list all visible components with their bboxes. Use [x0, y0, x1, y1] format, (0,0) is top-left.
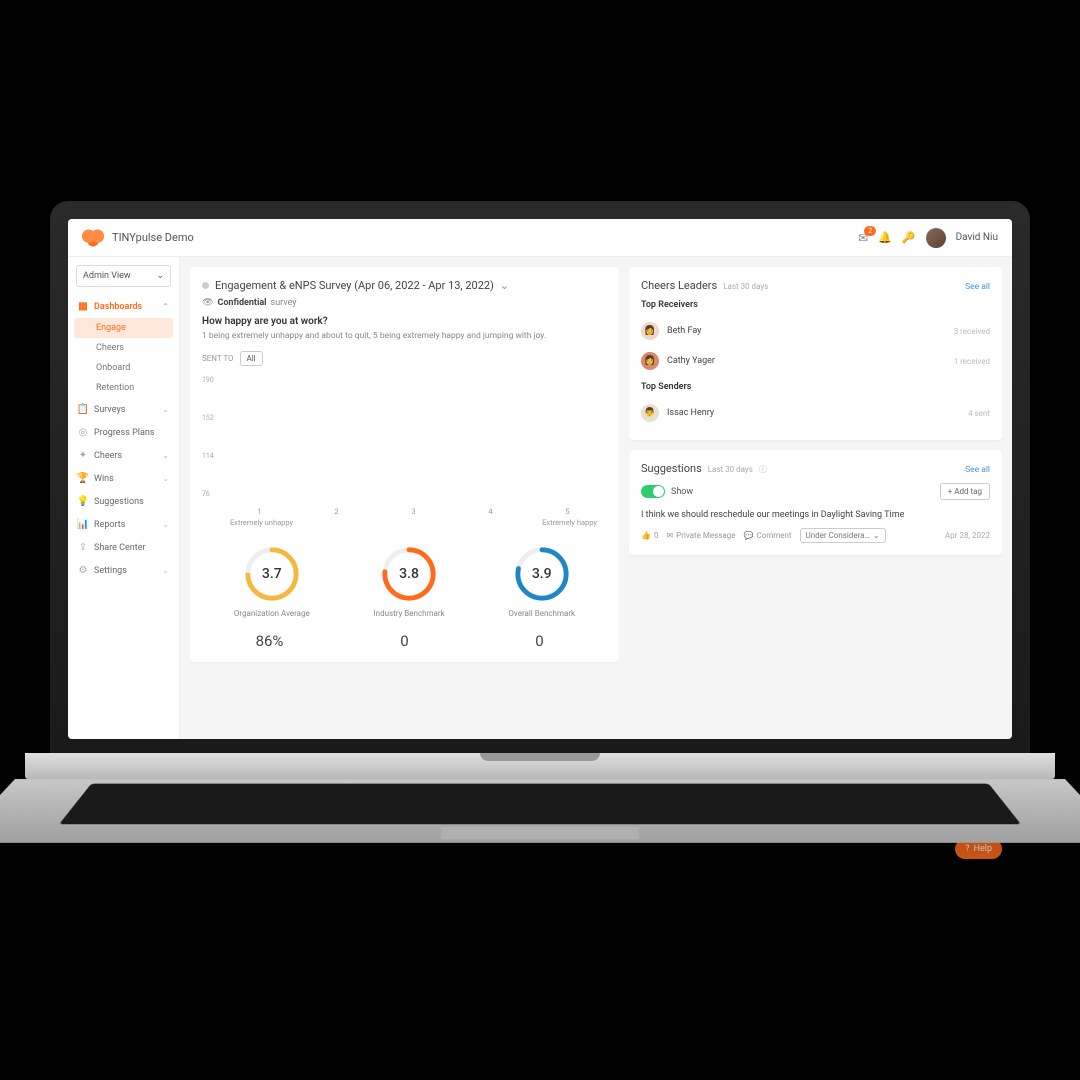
show-label: Show: [671, 487, 693, 497]
avatar-icon: 👩: [641, 322, 659, 340]
person-row[interactable]: 👩Cathy Yager1 received: [641, 346, 990, 376]
suggestions-card: Suggestions Last 30 days ⓘ See all Show …: [629, 450, 1002, 555]
nav-settings[interactable]: ⚙Settings⌄: [68, 559, 179, 582]
nav-cheers[interactable]: ✦Cheers⌄: [68, 444, 179, 467]
bulb-icon: 💡: [78, 496, 88, 507]
brand-title: TINYpulse Demo: [112, 231, 194, 244]
chevron-up-icon: ⌃: [162, 302, 169, 311]
nav-surveys[interactable]: 📋Surveys⌄: [68, 398, 179, 421]
nav-share[interactable]: ⇪Share Center: [68, 536, 179, 559]
status-select[interactable]: Under Considera…⌄: [800, 528, 886, 543]
comment-button[interactable]: 💬Comment: [743, 531, 791, 540]
sidebar-item-cheers[interactable]: Cheers: [68, 338, 179, 358]
wand-icon: ✦: [78, 450, 88, 461]
show-toggle[interactable]: [641, 485, 665, 498]
add-tag-button[interactable]: + Add tag: [940, 483, 990, 500]
survey-description: 1 being extremely unhappy and about to q…: [202, 331, 607, 343]
avatar[interactable]: [926, 228, 946, 248]
key-icon[interactable]: 🔑: [902, 231, 916, 244]
nav-reports[interactable]: 📊Reports⌄: [68, 513, 179, 536]
status-dot-icon: [202, 282, 209, 289]
confidential-label: 👁Confidentialsurvey: [202, 298, 607, 308]
cheers-period: Last 30 days: [723, 282, 768, 291]
chevron-down-icon: ⌄: [162, 520, 169, 529]
person-row[interactable]: 👩Beth Fay3 received: [641, 316, 990, 346]
survey-title: Engagement & eNPS Survey (Apr 06, 2022 -…: [215, 279, 494, 292]
chevron-down-icon: ⌄: [162, 474, 169, 483]
comment-icon: 💬: [743, 531, 753, 540]
gear-icon: ⚙: [78, 565, 88, 576]
gauge-org: 3.7 Organization Average: [234, 545, 310, 618]
private-message-button[interactable]: ✉Private Message: [666, 531, 735, 540]
top-receivers-label: Top Receivers: [641, 300, 990, 310]
chevron-down-icon: ⌄: [162, 451, 169, 460]
suggestions-period: Last 30 days: [708, 465, 753, 474]
cheers-leaders-card: Cheers Leaders Last 30 days See all Top …: [629, 267, 1002, 440]
thumb-icon: 👍: [641, 531, 651, 540]
nav-progress[interactable]: ◎Progress Plans: [68, 421, 179, 444]
info-icon[interactable]: ⓘ: [759, 464, 767, 475]
like-button[interactable]: 👍0: [641, 531, 658, 540]
avatar-icon: 👩: [641, 352, 659, 370]
suggestions-title: Suggestions: [641, 462, 702, 475]
nav-wins[interactable]: 🏆Wins⌄: [68, 467, 179, 490]
clipboard-icon: 📋: [78, 404, 88, 415]
cheers-see-all[interactable]: See all: [965, 282, 990, 292]
sidebar: Admin View⌄ ▦Dashboards⌃ Engage Cheers O…: [68, 257, 180, 739]
stat-response-rate: 86%: [202, 632, 337, 650]
chart-icon: 📊: [78, 519, 88, 530]
filter-all[interactable]: All: [240, 351, 263, 366]
chevron-down-icon: ⌄: [162, 405, 169, 414]
person-row[interactable]: 👨Issac Henry4 sent: [641, 398, 990, 428]
chevron-down-icon: ⌄: [162, 566, 169, 575]
target-icon: ◎: [78, 427, 88, 438]
survey-card: Engagement & eNPS Survey (Apr 06, 2022 -…: [190, 267, 619, 662]
topbar: TINYpulse Demo ✉2 🔔 🔑 David Niu: [68, 219, 1012, 257]
gauge-overall: 3.9 Overall Benchmark: [508, 545, 575, 618]
logo-icon: [82, 229, 104, 247]
mail-icon: ✉: [666, 531, 673, 540]
mail-icon[interactable]: ✉2: [858, 231, 868, 245]
gauge-industry: 3.8 Industry Benchmark: [373, 545, 444, 618]
happiness-bar-chart: 19015211476 1 2 3 4 5: [202, 376, 607, 516]
suggestion-date: Apr 28, 2022: [945, 531, 990, 540]
eye-icon: 👁: [202, 298, 213, 308]
axis-low: Extremely unhappy: [230, 518, 293, 527]
sent-to-label: SENT TO: [202, 354, 234, 363]
sidebar-item-engage[interactable]: Engage: [74, 318, 173, 338]
notification-badge: 2: [864, 226, 876, 236]
username[interactable]: David Niu: [956, 232, 998, 243]
bell-icon[interactable]: 🔔: [878, 231, 892, 244]
stat-c: 0: [472, 632, 607, 650]
y-axis: 19015211476: [202, 376, 214, 498]
nav-suggestions[interactable]: 💡Suggestions: [68, 490, 179, 513]
suggestion-text: I think we should reschedule our meeting…: [641, 510, 990, 520]
trophy-icon: 🏆: [78, 473, 88, 484]
chevron-down-icon: ⌄: [500, 279, 509, 292]
axis-high: Extremely happy: [542, 518, 597, 527]
survey-question: How happy are you at work?: [202, 316, 607, 327]
sidebar-item-onboard[interactable]: Onboard: [68, 358, 179, 378]
suggestions-see-all[interactable]: See all: [965, 465, 990, 475]
cheers-title: Cheers Leaders: [641, 279, 717, 292]
survey-title-row[interactable]: Engagement & eNPS Survey (Apr 06, 2022 -…: [202, 279, 607, 292]
stat-b: 0: [337, 632, 472, 650]
view-selector[interactable]: Admin View⌄: [76, 265, 171, 287]
avatar-icon: 👨: [641, 404, 659, 422]
nav-dashboards[interactable]: ▦Dashboards⌃: [68, 295, 179, 318]
sidebar-item-retention[interactable]: Retention: [68, 378, 179, 398]
share-icon: ⇪: [78, 542, 88, 553]
chevron-down-icon: ⌄: [873, 531, 880, 540]
grid-icon: ▦: [78, 301, 88, 312]
top-senders-label: Top Senders: [641, 382, 990, 392]
